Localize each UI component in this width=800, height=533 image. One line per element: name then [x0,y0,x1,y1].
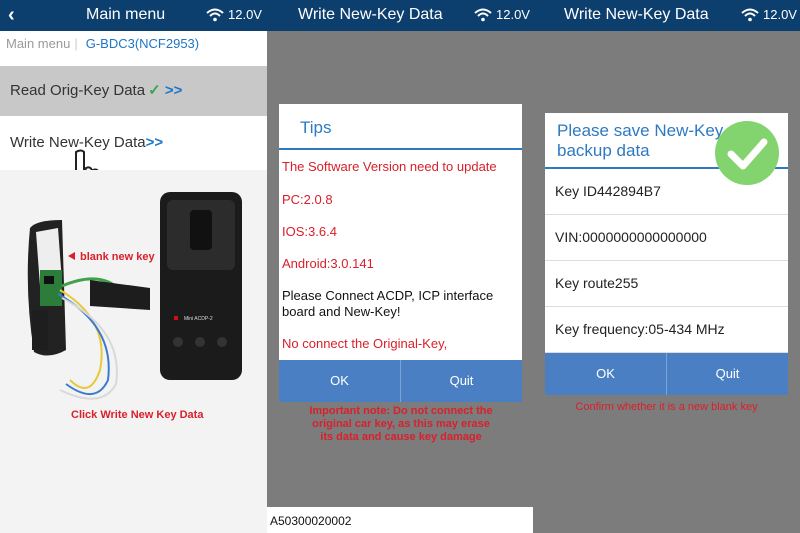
ok-button[interactable]: OK [545,353,666,395]
wifi-icon [206,8,224,22]
backup-dialog: Please save New-Key backup data Key ID44… [545,113,788,395]
caption: Click Write New Key Data [71,409,204,421]
list-item: VIN:0000000000000000 [545,215,788,261]
dialog-title: Please save New-Key backup data [557,121,724,160]
write-key-tips-screen: Write New-Key Data 12.0V Tips The Softwa… [267,0,533,533]
breadcrumb-model: G-BDC3(NCF2953) [85,36,200,51]
dialog-message: PC:2.0.8 [282,192,333,207]
dialog-message: Android:3.0.141 [282,256,374,271]
confirm-note: Confirm whether it is a new blank key [575,401,758,413]
ok-button[interactable]: OK [279,360,400,402]
dialog-divider [279,148,522,150]
dialog-message: No connect the Original-Key, [282,336,448,351]
dialog-title: Tips [300,118,332,137]
important-note: Important note: Do not connect the origi… [309,405,493,443]
chevron-right-icon: >> [164,82,183,99]
dialog-message: IOS:3.6.4 [282,224,337,239]
screen-title: Write New-Key Data [564,6,709,23]
quit-button[interactable]: Quit [400,360,522,402]
check-icon: ✓ [148,82,161,99]
header-bar: Write New-Key Data 12.0V [533,0,800,31]
screen-title: Write New-Key Data [298,6,443,23]
vin: VIN:0000000000000000 [555,229,707,245]
battery-voltage: 12.0V [496,7,530,22]
back-arrow-icon[interactable]: ‹ [8,4,15,27]
blank-key-callout: blank new key [80,251,155,263]
dialog-button-bar: OK Quit [545,353,788,395]
breadcrumb-root[interactable]: Main menu [6,36,70,51]
menu-item-write-new-key[interactable]: Write New-Key Data>> [0,118,267,170]
dialog-message: The Software Version need to update [282,159,497,174]
wifi-icon [741,8,759,22]
connection-illustration: Mini ACDP-2 blank new key Click Write Ne… [0,170,267,533]
main-menu-screen: ‹ Main menu 12.0V Main menu | G-BDC3(NCF29… [0,0,267,533]
battery-voltage: 12.0V [763,7,797,22]
serial-number: A50300020002 [267,507,533,533]
menu-item-read-orig-key[interactable]: Read Orig-Key Data ✓ >> [0,66,267,116]
battery-voltage: 12.0V [228,7,262,22]
breadcrumb-separator: | [74,36,78,51]
key-route: Key route255 [555,275,639,291]
wifi-icon [474,8,492,22]
list-item: Key frequency:05-434 MHz [545,307,788,353]
list-item: Key route255 [545,261,788,307]
header-bar: Write New-Key Data 12.0V [267,0,533,31]
quit-button[interactable]: Quit [666,353,788,395]
success-check-icon [715,121,779,185]
backup-data-screen: Write New-Key Data 12.0V Please save New… [533,0,800,533]
header-bar: ‹ Main menu 12.0V [0,0,267,31]
dialog-message: Please Connect ACDP, ICP interface board… [282,288,494,319]
breadcrumb: Main menu | G-BDC3(NCF2953) [6,36,199,51]
key-id: Key ID442894B7 [555,183,661,199]
key-programmer-image: Mini ACDP-2 [27,192,242,400]
tips-dialog: Tips The Software Version need to update… [279,104,522,402]
chevron-right-icon: >> [145,134,164,151]
screenshot-collage: ‹ Main menu 12.0V Main menu | G-BDC3(NCF29… [0,0,800,533]
screen-title: Main menu [86,6,166,23]
key-frequency: Key frequency:05-434 MHz [555,321,725,337]
device-label: Mini ACDP-2 [184,316,213,322]
menu-item-label: Read Orig-Key Data [10,82,146,99]
dialog-button-bar: OK Quit [279,360,522,402]
